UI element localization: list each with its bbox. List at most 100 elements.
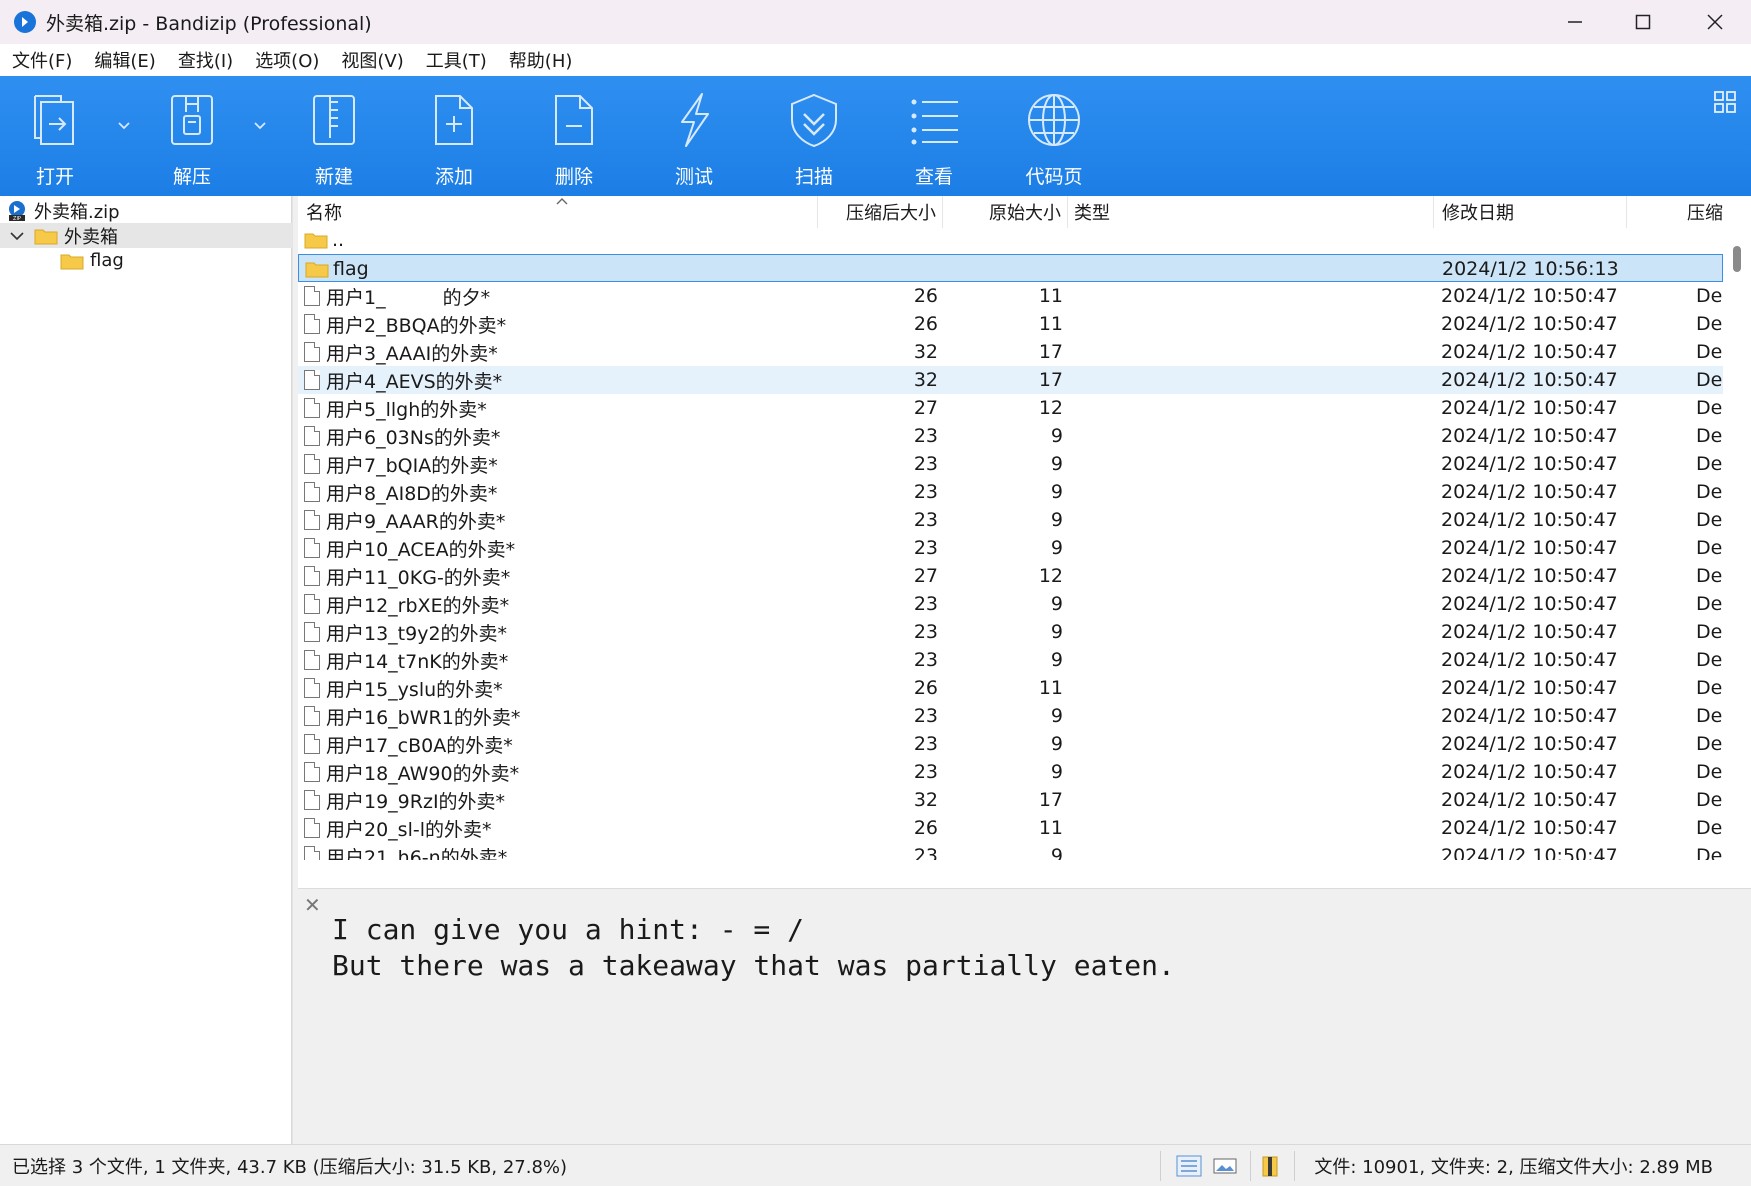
row-name-label: 用户20_sl-l的外卖* xyxy=(326,818,492,841)
row-ratio: De xyxy=(1696,649,1723,671)
file-icon xyxy=(304,622,320,642)
file-icon xyxy=(304,426,320,446)
row-modified-date: 2024/1/2 10:50:47 xyxy=(1441,509,1618,531)
tree-item-archive[interactable]: ZIP 外卖箱.zip xyxy=(0,198,292,223)
row-ratio: De xyxy=(1696,481,1723,503)
file-row[interactable]: 用户3_AAAI的外卖* 32 17 2024/1/2 10:50:47 De xyxy=(298,338,1723,366)
menu-help[interactable]: 帮助(H) xyxy=(509,47,573,73)
row-modified-date: 2024/1/2 10:50:47 xyxy=(1441,481,1618,503)
menu-view[interactable]: 视图(V) xyxy=(341,47,403,73)
add-file-icon xyxy=(435,95,473,145)
file-row[interactable]: 用户5_llgh的外卖* 27 12 2024/1/2 10:50:47 De xyxy=(298,394,1723,422)
archive-info-icon[interactable] xyxy=(1258,1155,1284,1177)
open-archive-icon xyxy=(34,95,74,145)
extract-dropdown[interactable] xyxy=(250,116,270,136)
column-compressed-size[interactable]: 压缩后大小 xyxy=(818,196,943,228)
file-row[interactable]: 用户8_AI8D的外卖* 23 9 2024/1/2 10:50:47 De xyxy=(298,478,1723,506)
new-label: 新建 xyxy=(314,166,353,188)
open-button[interactable]: 打开 xyxy=(0,76,110,196)
view-label: 查看 xyxy=(914,166,953,188)
extract-button[interactable]: 解压 xyxy=(137,76,247,196)
row-name-label: 用户12_rbXE的外卖* xyxy=(326,594,510,617)
row-ratio: De xyxy=(1696,677,1723,699)
file-row[interactable]: 用户10_ACEA的外卖* 23 9 2024/1/2 10:50:47 De xyxy=(298,534,1723,562)
view-button[interactable]: 查看 xyxy=(879,76,989,196)
file-row[interactable]: 用户6_03Ns的外卖* 23 9 2024/1/2 10:50:47 De xyxy=(298,422,1723,450)
details-view-icon[interactable] xyxy=(1176,1155,1202,1177)
row-ratio: De xyxy=(1696,313,1723,335)
row-ratio: De xyxy=(1696,789,1723,811)
thumbnail-view-icon[interactable] xyxy=(1212,1155,1238,1177)
row-name-label: 用户21_h6-n的外卖* xyxy=(326,846,508,861)
folder-row[interactable]: .. xyxy=(298,226,1723,254)
tree-flag-label: flag xyxy=(90,250,124,271)
delete-button[interactable]: 删除 xyxy=(519,76,629,196)
file-row[interactable]: 用户14_t7nK的外卖* 23 9 2024/1/2 10:50:47 De xyxy=(298,646,1723,674)
minimize-icon xyxy=(1568,21,1582,23)
menu-file[interactable]: 文件(F) xyxy=(12,47,72,73)
row-original-size: 11 xyxy=(1038,313,1063,335)
file-row[interactable]: 用户19_9RzI的外卖* 32 17 2024/1/2 10:50:47 De xyxy=(298,786,1723,814)
menu-tools[interactable]: 工具(T) xyxy=(426,47,487,73)
test-button[interactable]: 测试 xyxy=(639,76,749,196)
row-compressed-size: 26 xyxy=(913,677,938,699)
column-original-size[interactable]: 原始大小 xyxy=(943,196,1068,228)
file-row[interactable]: 用户20_sl-l的外卖* 26 11 2024/1/2 10:50:47 De xyxy=(298,814,1723,842)
vertical-scrollbar[interactable] xyxy=(1723,224,1751,860)
file-row[interactable]: 用户4_AEVS的外卖* 32 17 2024/1/2 10:50:47 De xyxy=(298,366,1723,394)
row-name-cell: 用户14_t7nK的外卖* xyxy=(304,646,508,674)
close-comment-icon[interactable]: ✕ xyxy=(304,893,321,917)
file-row[interactable]: 用户15_yslu的外卖* 26 11 2024/1/2 10:50:47 De xyxy=(298,674,1723,702)
file-row[interactable]: 用户12_rbXE的外卖* 23 9 2024/1/2 10:50:47 De xyxy=(298,590,1723,618)
tree-item-flag[interactable]: flag xyxy=(0,248,292,273)
new-archive-button[interactable]: 新建 xyxy=(279,76,389,196)
file-row[interactable]: 用户7_bQIA的外卖* 23 9 2024/1/2 10:50:47 De xyxy=(298,450,1723,478)
close-button[interactable] xyxy=(1680,0,1750,44)
row-compressed-size: 26 xyxy=(913,285,938,307)
menu-find[interactable]: 查找(I) xyxy=(178,47,233,73)
column-ratio[interactable]: 压缩 xyxy=(1627,196,1723,228)
row-modified-date: 2024/1/2 10:50:47 xyxy=(1441,285,1618,307)
column-type[interactable]: 类型 xyxy=(1068,196,1434,228)
row-original-size: 9 xyxy=(1050,733,1063,755)
menu-bar: 文件(F) 编辑(E) 查找(I) 选项(O) 视图(V) 工具(T) 帮助(H… xyxy=(0,44,1751,76)
menu-edit[interactable]: 编辑(E) xyxy=(94,47,155,73)
scan-button[interactable]: 扫描 xyxy=(759,76,869,196)
file-icon xyxy=(304,286,320,306)
vertical-scroll-thumb[interactable] xyxy=(1733,246,1741,272)
row-name-cell: 用户20_sl-l的外卖* xyxy=(304,814,492,842)
file-icon xyxy=(304,566,320,586)
layout-toggle-button[interactable] xyxy=(1713,90,1737,114)
file-row[interactable]: 用户1_ 的夕* 26 11 2024/1/2 10:50:47 De xyxy=(298,282,1723,310)
file-row[interactable]: 用户17_cB0A的外卖* 23 9 2024/1/2 10:50:47 De xyxy=(298,730,1723,758)
file-row[interactable]: 用户16_bWR1的外卖* 23 9 2024/1/2 10:50:47 De xyxy=(298,702,1723,730)
row-name-label: 用户1_ 的夕* xyxy=(326,286,491,309)
chevron-down-icon[interactable] xyxy=(10,231,24,241)
row-name-cell: flag xyxy=(305,255,369,283)
row-ratio: De xyxy=(1696,565,1723,587)
row-name-cell: 用户19_9RzI的外卖* xyxy=(304,786,505,814)
add-button[interactable]: 添加 xyxy=(399,76,509,196)
column-modified[interactable]: 修改日期 xyxy=(1434,196,1627,228)
row-name-label: 用户7_bQIA的外卖* xyxy=(326,454,498,477)
file-row[interactable]: 用户13_t9y2的外卖* 23 9 2024/1/2 10:50:47 De xyxy=(298,618,1723,646)
codepage-button[interactable]: 代码页 xyxy=(999,76,1109,196)
file-row[interactable]: 用户18_AW90的外卖* 23 9 2024/1/2 10:50:47 De xyxy=(298,758,1723,786)
open-dropdown[interactable] xyxy=(114,116,134,136)
row-name-label: 用户11_0KG-的外卖* xyxy=(326,566,511,589)
maximize-button[interactable] xyxy=(1608,0,1678,44)
file-row[interactable]: 用户2_BBQA的外卖* 26 11 2024/1/2 10:50:47 De xyxy=(298,310,1723,338)
minimize-button[interactable] xyxy=(1540,0,1610,44)
row-name-label: 用户13_t9y2的外卖* xyxy=(326,622,508,645)
folder-row[interactable]: flag 2024/1/2 10:56:13 xyxy=(298,254,1723,282)
file-icon xyxy=(304,846,320,860)
menu-options[interactable]: 选项(O) xyxy=(255,47,319,73)
row-compressed-size: 23 xyxy=(913,733,938,755)
file-row[interactable]: 用户21_h6-n的外卖* 23 9 2024/1/2 10:50:47 De xyxy=(298,842,1723,860)
row-name-label: 用户16_bWR1的外卖* xyxy=(326,706,521,729)
file-row[interactable]: 用户11_0KG-的外卖* 27 12 2024/1/2 10:50:47 De xyxy=(298,562,1723,590)
row-name-cell: 用户8_AI8D的外卖* xyxy=(304,478,497,506)
file-row[interactable]: 用户9_AAAR的外卖* 23 9 2024/1/2 10:50:47 De xyxy=(298,506,1723,534)
row-original-size: 9 xyxy=(1050,425,1063,447)
tree-item-folder[interactable]: 外卖箱 xyxy=(0,223,292,248)
